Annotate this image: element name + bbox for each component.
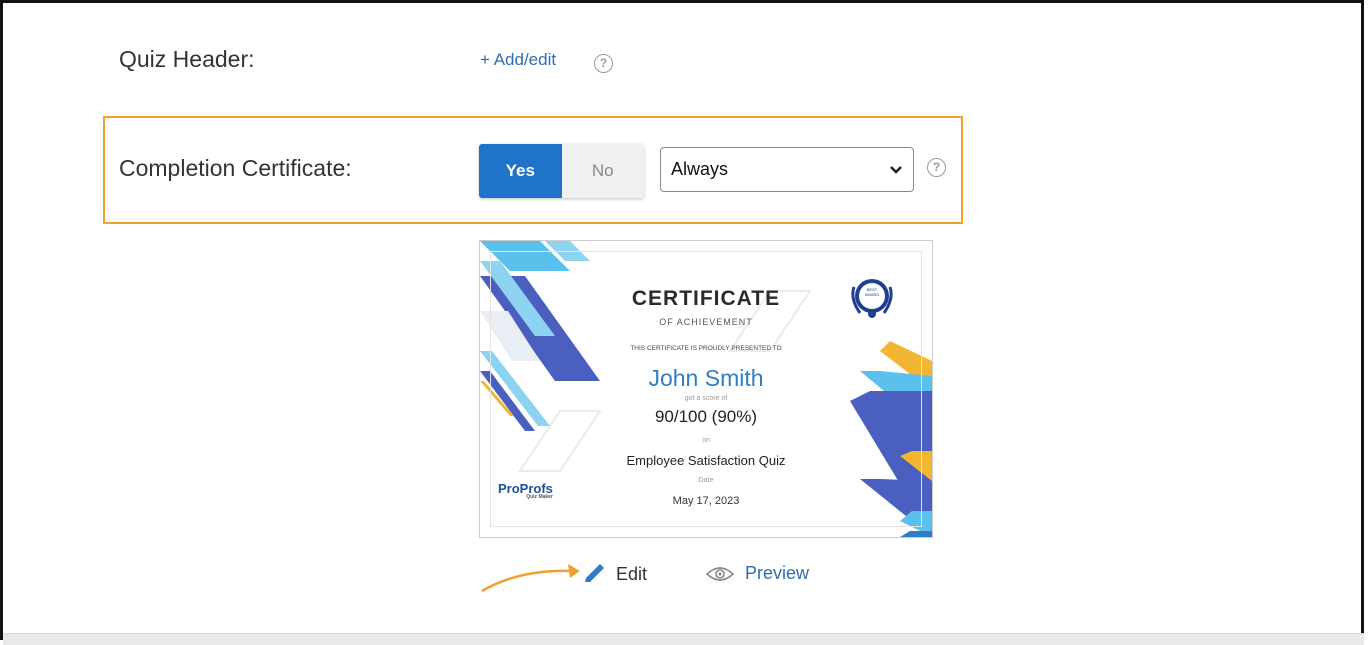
certificate-quiz-name: Employee Satisfaction Quiz	[626, 453, 786, 468]
certificate-recipient-name: John Smith	[648, 365, 764, 391]
eye-icon	[705, 566, 735, 581]
chevron-down-icon	[890, 166, 902, 174]
quiz-header-add-edit-link[interactable]: + Add/edit	[480, 50, 556, 70]
pencil-icon	[585, 564, 604, 582]
certificate-no-button[interactable]: No	[561, 144, 644, 198]
edit-certificate-button[interactable]: Edit	[582, 563, 647, 585]
proprofs-logo: ProProfs Quiz Maker	[498, 481, 553, 500]
certificate-score-caption: got a score of	[684, 395, 728, 402]
quiz-header-help-icon[interactable]: ?	[594, 54, 613, 73]
certificate-preview-image: BEST AWARD CERTIFICATE OF ACHIEVEMENT TH…	[479, 240, 933, 538]
certificate-title: CERTIFICATE	[631, 287, 781, 310]
completion-certificate-label: Completion Certificate:	[119, 155, 352, 181]
certificate-frequency-value: Always	[671, 159, 729, 179]
edit-label: Edit	[616, 563, 648, 584]
annotation-arrow-icon	[481, 564, 580, 593]
quiz-header-label: Quiz Header:	[119, 46, 255, 72]
certificate-score: 90/100 (90%)	[654, 407, 758, 426]
completion-certificate-help-icon[interactable]: ?	[927, 158, 946, 177]
certificate-presented-to: THIS CERTIFICATE IS PROUDLY PRESENTED TO	[630, 345, 782, 352]
certificate-yes-no-toggle: Yes No	[479, 144, 644, 198]
certificate-subtitle: OF ACHIEVEMENT	[659, 317, 753, 327]
preview-certificate-button[interactable]: Preview	[705, 563, 809, 584]
bottom-scroll-bar	[3, 633, 1364, 645]
preview-label: Preview	[745, 563, 810, 583]
certificate-yes-button[interactable]: Yes	[479, 144, 562, 198]
certificate-on-caption: on	[702, 437, 710, 444]
certificate-frequency-select[interactable]: Always	[660, 147, 914, 192]
